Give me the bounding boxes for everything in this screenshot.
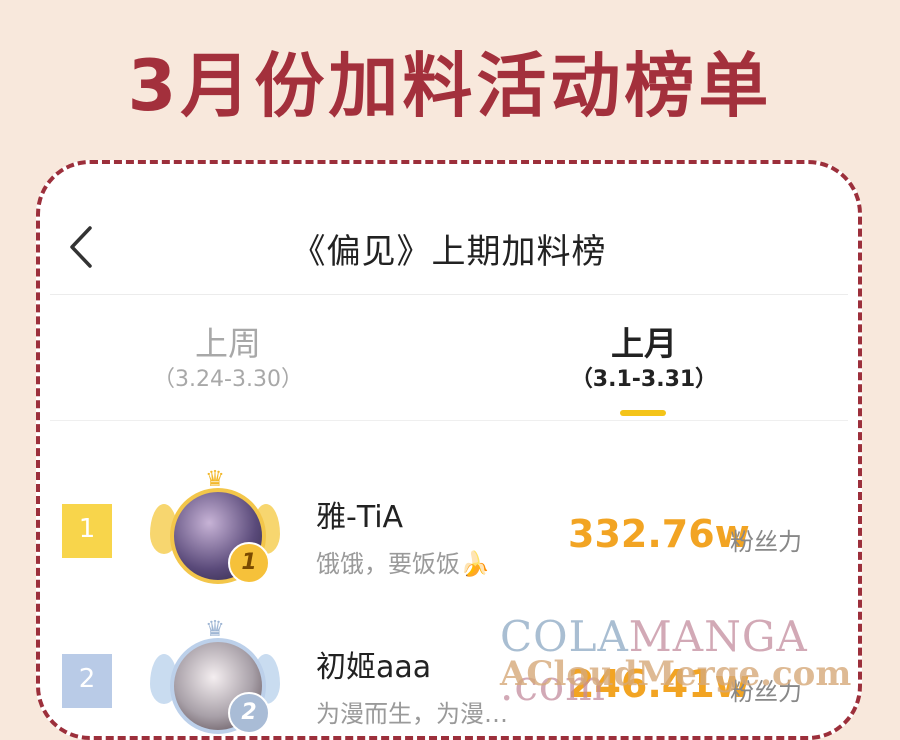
header: 《偏见》上期加料榜: [40, 164, 858, 296]
user-bio: 饿饿，要饭饭🍌: [316, 550, 490, 578]
crown-icon: ♛: [205, 617, 225, 642]
tab-label: 上月: [611, 324, 677, 363]
rank-badge: 1: [62, 504, 112, 558]
user-bio: 为漫而生，为漫…: [316, 700, 508, 728]
tab-last-week[interactable]: 上周 （3.24-3.30）: [78, 324, 378, 396]
tab-range: （3.24-3.30）: [153, 367, 303, 392]
watermark: COLAMANGA .com ACloudMerge.com: [500, 612, 900, 710]
watermark-line2: ACloudMerge.com: [500, 654, 852, 694]
medal-icon: 1: [228, 542, 270, 584]
page-title: 《偏见》上期加料榜: [291, 232, 607, 272]
avatar[interactable]: ♛ 1: [150, 469, 280, 594]
divider: [50, 294, 848, 295]
divider: [50, 420, 848, 421]
ranking-row[interactable]: 1 ♛ 1 雅-TiA 饿饿，要饭饭🍌 332.76w 粉丝力: [40, 469, 858, 614]
rank-badge: 2: [62, 654, 112, 708]
tab-last-month[interactable]: 上月 （3.1-3.31）: [494, 324, 794, 396]
tab-range: （3.1-3.31）: [570, 367, 718, 392]
tab-label: 上周: [195, 324, 261, 363]
banner-title: 3月份加料活动榜单: [127, 45, 773, 127]
username[interactable]: 初姬aaa: [316, 642, 431, 686]
fan-power-score: 332.76w: [568, 512, 750, 556]
crown-icon: ♛: [205, 467, 225, 492]
username[interactable]: 雅-TiA: [316, 492, 403, 536]
fan-power-label: 粉丝力: [730, 528, 802, 556]
avatar[interactable]: ♛ 2: [150, 619, 280, 736]
medal-icon: 2: [228, 692, 270, 734]
active-tab-indicator: [620, 410, 666, 416]
